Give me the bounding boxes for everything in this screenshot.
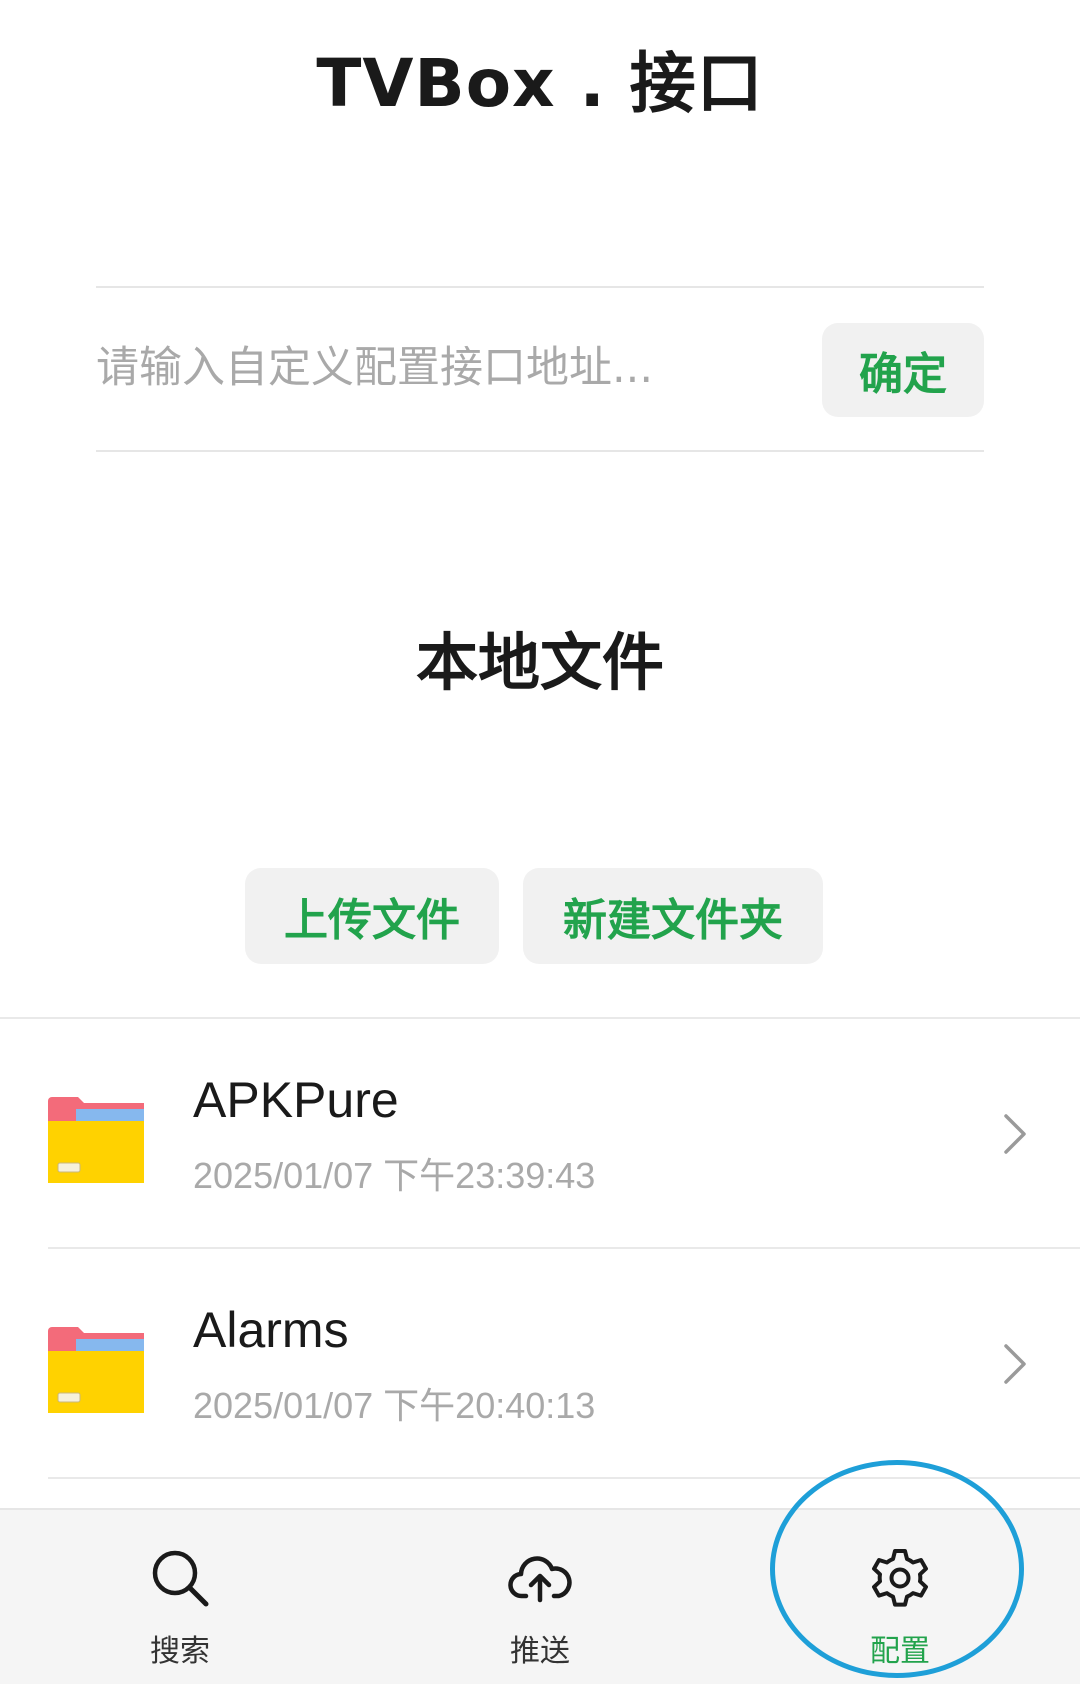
list-item[interactable]: APKPure 2025/01/07 下午23:39:43	[0, 1019, 1080, 1249]
nav-label-push: 推送	[510, 1634, 570, 1669]
search-icon	[152, 1550, 209, 1607]
config-input-row: 确定	[96, 286, 984, 452]
new-folder-button[interactable]: 新建文件夹	[523, 868, 823, 964]
folder-icon	[48, 1097, 144, 1183]
confirm-button[interactable]: 确定	[822, 323, 984, 417]
upload-file-button[interactable]: 上传文件	[245, 868, 499, 964]
chevron-right-icon	[1004, 1344, 1026, 1384]
nav-item-search[interactable]: 搜索	[0, 1510, 360, 1686]
nav-item-config[interactable]: 配置	[720, 1510, 1080, 1686]
bottom-navigation: 搜索 推送 配置	[0, 1508, 1080, 1684]
cloud-upload-icon	[508, 1556, 572, 1603]
page-title: TVBox . 接口	[316, 45, 764, 122]
file-name: Alarms	[193, 1302, 349, 1358]
chevron-right-icon	[1004, 1114, 1026, 1154]
folder-icon	[48, 1327, 144, 1413]
file-date: 2025/01/07 下午23:39:43	[193, 1155, 596, 1196]
list-item[interactable]: Alarms 2025/01/07 下午20:40:13	[0, 1249, 1080, 1479]
file-name: APKPure	[193, 1072, 399, 1128]
local-files-title: 本地文件	[415, 626, 664, 699]
row-divider	[48, 1477, 1080, 1479]
file-date: 2025/01/07 下午20:40:13	[193, 1385, 596, 1426]
gear-icon	[872, 1549, 928, 1607]
config-url-input[interactable]	[96, 318, 796, 418]
nav-label-config: 配置	[870, 1634, 930, 1669]
nav-item-push[interactable]: 推送	[360, 1510, 720, 1686]
nav-label-search: 搜索	[150, 1634, 210, 1669]
